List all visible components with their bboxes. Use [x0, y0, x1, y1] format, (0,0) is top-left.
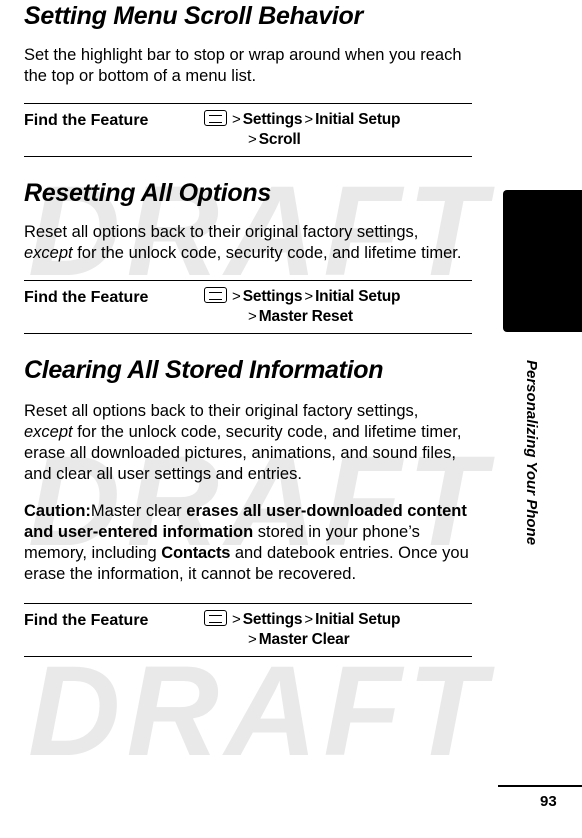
- menu-path-line-2: > Scroll: [248, 131, 301, 148]
- menu-item[interactable]: Initial Setup: [315, 611, 400, 628]
- find-the-feature-label: Find the Feature: [24, 612, 149, 629]
- menu-item[interactable]: Initial Setup: [315, 288, 400, 305]
- section-title-menu-scroll: Setting Menu Scroll Behavior: [24, 2, 363, 30]
- section-title-clearing-all-stored-information: Clearing All Stored Information: [24, 356, 384, 384]
- menu-path-line-1: > Settings > Initial Setup: [204, 110, 472, 130]
- menu-item[interactable]: Settings: [243, 288, 303, 305]
- find-the-feature-label: Find the Feature: [24, 289, 149, 306]
- page-content: Setting Menu Scroll Behavior Set the hig…: [0, 0, 496, 657]
- menu-key-icon: [204, 287, 227, 303]
- page-number-rule: [498, 785, 582, 787]
- menu-item[interactable]: Master Clear: [259, 631, 350, 648]
- menu-item[interactable]: Settings: [243, 611, 303, 628]
- menu-key-icon: [204, 110, 227, 126]
- caution-menu-contacts: Contacts: [161, 544, 231, 562]
- chapter-rail-label: Personalizing Your Phone: [523, 360, 540, 546]
- menu-path-line-2: > Master Clear: [248, 631, 350, 648]
- bell-alert-icon: [509, 238, 564, 285]
- menu-path: > Settings > Initial Setup > Master Reset: [204, 285, 472, 327]
- section-title-resetting-all-options: Resetting All Options: [24, 179, 271, 207]
- menu-path-line-1: > Settings > Initial Setup: [204, 287, 472, 307]
- menu-path: > Settings > Initial Setup > Master Clear: [204, 608, 472, 650]
- menu-item[interactable]: Master Reset: [259, 308, 353, 325]
- menu-path: > Settings > Initial Setup > Scroll: [204, 108, 472, 150]
- menu-path-line-2: > Master Reset: [248, 308, 353, 325]
- page-number: 93: [540, 793, 557, 810]
- menu-path-line-1: > Settings > Initial Setup: [204, 610, 472, 630]
- section-paragraph: Set the highlight bar to stop or wrap ar…: [24, 46, 462, 85]
- draft-watermark-text: DRAFT: [28, 640, 492, 783]
- caution-lead: Caution:: [24, 502, 91, 520]
- find-the-feature-label: Find the Feature: [24, 112, 149, 129]
- section-paragraph: Reset all options back to their original…: [24, 223, 462, 262]
- find-the-feature-block: Find the Feature > Settings > Initial Setup…: [24, 280, 472, 334]
- caution-paragraph: Caution:Master clear erases all user-dow…: [24, 501, 479, 585]
- menu-item[interactable]: Scroll: [259, 131, 301, 148]
- find-the-feature-block: Find the Feature > Settings > Initial Setup…: [24, 103, 472, 157]
- caution-text-1: Master clear: [90, 502, 187, 520]
- find-the-feature-block: Find the Feature > Settings > Initial Setup…: [24, 603, 472, 657]
- menu-item[interactable]: Settings: [243, 111, 303, 128]
- menu-item[interactable]: Initial Setup: [315, 111, 400, 128]
- section-paragraph: Reset all options back to their original…: [24, 402, 462, 483]
- menu-key-icon: [204, 610, 227, 626]
